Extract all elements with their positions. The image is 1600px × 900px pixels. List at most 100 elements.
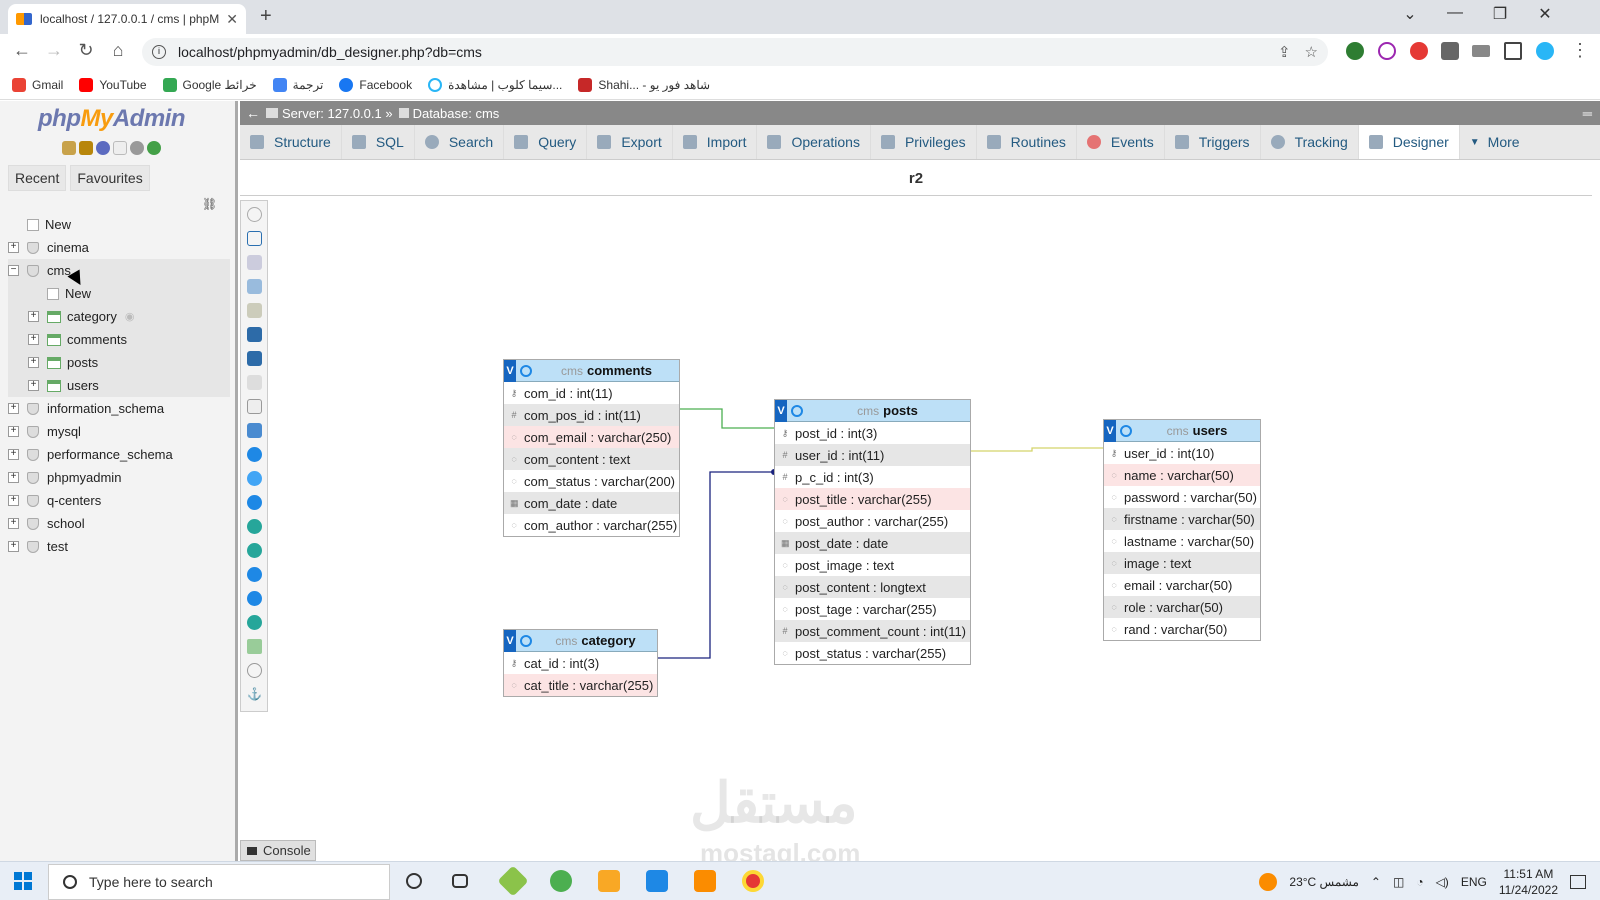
save-as-icon[interactable]: [247, 351, 262, 366]
browser-menu-icon[interactable]: ⋮: [1568, 40, 1592, 61]
home-icon[interactable]: [62, 141, 76, 155]
table-column[interactable]: # p_c_id : int(3): [775, 466, 970, 488]
new-tab-button[interactable]: +: [260, 5, 272, 28]
table-column[interactable]: ◌ com_author : varchar(255): [504, 514, 679, 536]
close-window-button[interactable]: ✕: [1530, 4, 1560, 24]
menu-toggle-icon[interactable]: ═: [1583, 106, 1592, 121]
site-info-icon[interactable]: i: [152, 45, 166, 59]
table-header[interactable]: V cms category: [504, 629, 657, 652]
chevron-up-icon[interactable]: ⌃: [1371, 875, 1381, 889]
table-header[interactable]: V cms posts: [775, 399, 970, 422]
table-column[interactable]: ⚷ user_id : int(10): [1104, 442, 1260, 464]
tree-new-database[interactable]: New: [8, 213, 230, 236]
reload-button[interactable]: ↻: [74, 40, 98, 61]
tree-db-performance-schema[interactable]: + performance_schema: [8, 443, 230, 466]
tree-table-category[interactable]: + category ◉: [8, 305, 230, 328]
docs-icon[interactable]: [113, 141, 127, 155]
console-button[interactable]: Console: [240, 840, 316, 861]
save-icon[interactable]: [247, 327, 262, 342]
create-relation-icon[interactable]: [247, 423, 262, 438]
table-column[interactable]: ◌ post_title : varchar(255): [775, 488, 970, 510]
designer-table-category[interactable]: V cms category ⚷ cat_id : int(3) ◌ cat_tit…: [503, 629, 658, 697]
delete-page-icon[interactable]: [247, 375, 262, 390]
url-bar[interactable]: i localhost/phpmyadmin/db_designer.php?d…: [142, 38, 1328, 66]
angular-links-icon[interactable]: [247, 519, 262, 534]
tree-cms-new-table[interactable]: New: [8, 282, 230, 305]
table-column[interactable]: ◌ post_author : varchar(255): [775, 510, 970, 532]
table-column[interactable]: ◌ firstname : varchar(50): [1104, 508, 1260, 530]
table-options-icon[interactable]: [1120, 424, 1132, 437]
table-column[interactable]: ▦ com_date : date: [504, 492, 679, 514]
build-query-icon[interactable]: [247, 663, 262, 678]
vscode-icon[interactable]: [646, 870, 668, 892]
toggle-columns-icon[interactable]: V: [775, 399, 787, 422]
home-button[interactable]: ⌂: [106, 40, 130, 61]
reload-nav-icon[interactable]: [147, 141, 161, 155]
file-explorer-icon[interactable]: [598, 870, 620, 892]
expand-icon[interactable]: +: [8, 541, 19, 552]
table-column[interactable]: ⚷ com_id : int(11): [504, 382, 679, 404]
bookmark-facebook[interactable]: Facebook: [339, 77, 412, 92]
create-table-icon[interactable]: [247, 399, 262, 414]
add-tables-icon[interactable]: [247, 255, 262, 270]
table-header[interactable]: V cms users: [1104, 419, 1260, 442]
table-column[interactable]: ◌ com_email : varchar(250): [504, 426, 679, 448]
tab-events[interactable]: Events: [1077, 125, 1165, 159]
tab-export[interactable]: Export: [587, 125, 673, 159]
expand-icon[interactable]: +: [28, 357, 39, 368]
app-icon[interactable]: [497, 865, 529, 897]
windows-start-icon[interactable]: [14, 872, 32, 890]
open-page-icon[interactable]: [247, 303, 262, 318]
toggle-small-big-icon[interactable]: [247, 591, 262, 606]
table-column[interactable]: ◌ post_status : varchar(255): [775, 642, 970, 664]
toggle-columns-icon[interactable]: V: [1104, 419, 1116, 442]
tab-routines[interactable]: Routines: [977, 125, 1077, 159]
bookmark-star-icon[interactable]: ☆: [1305, 43, 1318, 61]
reload-icon[interactable]: [247, 471, 262, 486]
anchor-icon[interactable]: ⚓: [247, 687, 262, 702]
forward-button[interactable]: →: [42, 40, 66, 61]
tree-db-school[interactable]: + school: [8, 512, 230, 535]
expand-icon[interactable]: +: [8, 495, 19, 506]
expand-icon[interactable]: +: [8, 426, 19, 437]
display-field-icon[interactable]: [247, 447, 262, 462]
table-column[interactable]: ⚷ cat_id : int(3): [504, 652, 657, 674]
table-options-icon[interactable]: [520, 364, 532, 377]
table-options-icon[interactable]: [791, 404, 803, 417]
table-column[interactable]: ◌ lastname : varchar(50): [1104, 530, 1260, 552]
table-column[interactable]: ◌ rand : varchar(50): [1104, 618, 1260, 640]
toggle-columns-icon[interactable]: V: [504, 359, 516, 382]
fullscreen-icon[interactable]: [247, 231, 262, 246]
tab-import[interactable]: Import: [673, 125, 758, 159]
table-options-icon[interactable]: [520, 634, 532, 647]
tree-db-q-centers[interactable]: + q-centers: [8, 489, 230, 512]
tree-db-information-schema[interactable]: + information_schema: [8, 397, 230, 420]
tab-operations[interactable]: Operations: [757, 125, 871, 159]
favourites-button[interactable]: Favourites: [70, 165, 150, 191]
expand-icon[interactable]: +: [28, 380, 39, 391]
table-column[interactable]: ◌ post_image : text: [775, 554, 970, 576]
chrome-icon[interactable]: [742, 870, 764, 892]
share-icon[interactable]: ⇪: [1278, 43, 1291, 61]
bookmark-gmail[interactable]: Gmail: [12, 77, 63, 92]
settings-gear-icon[interactable]: [130, 141, 144, 155]
minimize-button[interactable]: —: [1440, 4, 1470, 22]
table-column[interactable]: # post_comment_count : int(11): [775, 620, 970, 642]
expand-icon[interactable]: +: [8, 472, 19, 483]
table-column[interactable]: # user_id : int(11): [775, 444, 970, 466]
tree-db-phpmyadmin[interactable]: + phpmyadmin: [8, 466, 230, 489]
help-icon[interactable]: [247, 495, 262, 510]
side-panel-icon[interactable]: [1504, 42, 1522, 60]
table-column[interactable]: ◌ role : varchar(50): [1104, 596, 1260, 618]
bookmark-google-maps[interactable]: Google خرائط: [162, 77, 257, 92]
table-column[interactable]: ◌ com_status : varchar(200): [504, 470, 679, 492]
expand-icon[interactable]: +: [8, 449, 19, 460]
expand-icon[interactable]: +: [28, 334, 39, 345]
new-page-icon[interactable]: [247, 279, 262, 294]
recent-button[interactable]: Recent: [8, 165, 67, 191]
tree-table-comments[interactable]: + comments: [8, 328, 230, 351]
tree-db-test[interactable]: + test: [8, 535, 230, 558]
phpmyadmin-logo[interactable]: phpMyAdmin: [38, 105, 186, 133]
tab-privileges[interactable]: Privileges: [871, 125, 977, 159]
collapse-arrow-icon[interactable]: ←: [240, 105, 266, 121]
